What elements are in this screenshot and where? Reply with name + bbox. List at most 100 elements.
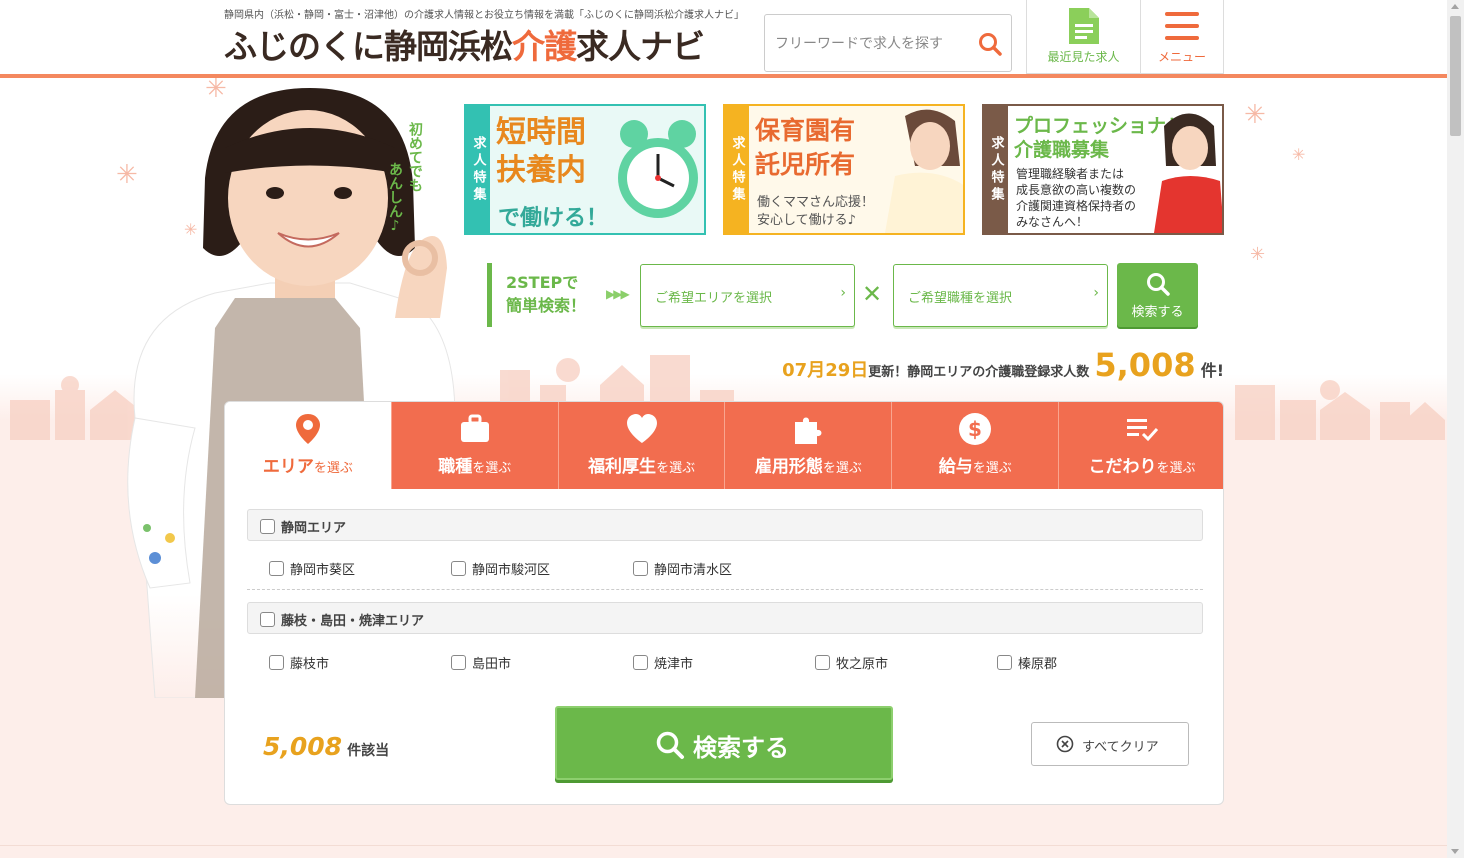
briefcase-icon bbox=[460, 414, 489, 442]
area-option[interactable]: 牧之原市 bbox=[815, 653, 888, 672]
tab-label-suffix: を選ぶ bbox=[972, 461, 1012, 476]
chevron-right-icon: › bbox=[840, 285, 846, 301]
freeword-search-input[interactable] bbox=[775, 31, 975, 57]
tab-label-suffix: を選ぶ bbox=[313, 461, 353, 476]
area-group-header[interactable]: 静岡エリア bbox=[247, 509, 1203, 541]
two-step-title-line2: 簡単検索！ bbox=[506, 296, 587, 315]
tab-label: 雇用形態を選ぶ bbox=[725, 452, 891, 477]
scroll-up-icon[interactable] bbox=[1451, 4, 1459, 9]
two-step-label: 2STEPで 簡単検索！ ▶▶▶ bbox=[487, 263, 635, 327]
tab-label: こだわりを選ぶ bbox=[1059, 452, 1223, 477]
area-option[interactable]: 静岡市清水区 bbox=[633, 559, 732, 578]
area-option-label: 静岡市清水区 bbox=[654, 563, 733, 578]
banner-professional[interactable]: 求人特集 プロフェッショナル 介護職募集 管理職経験者または 成長意欲の高い複数… bbox=[982, 104, 1224, 235]
banner-sub-line2: 成長意欲の高い複数の bbox=[1016, 183, 1137, 197]
section-divider bbox=[0, 845, 1447, 846]
checkbox[interactable] bbox=[269, 561, 284, 576]
sparkle-icon: ✳ bbox=[1250, 244, 1266, 265]
tab-label-main: 職種 bbox=[438, 457, 473, 477]
two-step-search-button[interactable]: 検索する bbox=[1117, 263, 1198, 327]
banner-short-hours[interactable]: 求人特集 短時間 扶養内 で働ける！ bbox=[464, 104, 706, 235]
tab-label-suffix: を選ぶ bbox=[656, 461, 696, 476]
banner-title-line2: 託児所有 bbox=[755, 150, 856, 179]
main-search-button[interactable]: 検索する bbox=[555, 706, 893, 780]
area-group-name: 藤枝・島田・焼津エリア bbox=[281, 614, 425, 629]
area-group-name: 静岡エリア bbox=[281, 521, 347, 536]
site-logo[interactable]: ふじのくに静岡浜松介護求人ナビ bbox=[224, 20, 705, 68]
document-icon bbox=[1069, 8, 1099, 44]
checkbox[interactable] bbox=[997, 655, 1012, 670]
banner-side-label: 求人特集 bbox=[725, 106, 749, 233]
tab-area[interactable]: エリアを選ぶ bbox=[225, 402, 391, 489]
alarm-clock-icon bbox=[618, 120, 698, 218]
banner-sub-line3: 介護関連資格保持者の bbox=[1016, 199, 1137, 213]
area-select[interactable]: ご希望エリアを選択 › bbox=[640, 264, 855, 327]
search-panel: エリアを選ぶ 職種を選ぶ 福利厚生を選ぶ 雇用形態を選ぶ $ 給与を選ぶ こだわ… bbox=[224, 401, 1224, 805]
dollar-icon: $ bbox=[959, 413, 992, 445]
two-step-title-line1: 2STEPで bbox=[506, 273, 579, 292]
search-icon bbox=[656, 731, 684, 759]
two-step-search-label: 検索する bbox=[1131, 305, 1184, 320]
tab-preferences[interactable]: こだわりを選ぶ bbox=[1058, 402, 1223, 489]
pin-icon bbox=[295, 414, 320, 444]
banner-childcare[interactable]: 求人特集 保育園有 託児所有 働くママさん応援！ 安心して働ける♪ bbox=[723, 104, 965, 235]
search-icon bbox=[1147, 273, 1170, 296]
tab-salary[interactable]: $ 給与を選ぶ bbox=[891, 402, 1059, 489]
sparkle-icon: ✳ bbox=[1244, 100, 1266, 130]
clear-all-button[interactable]: すべてクリア bbox=[1031, 722, 1189, 766]
scrollbar-thumb[interactable] bbox=[1450, 16, 1461, 136]
site-tagline: 静岡県内（浜松・静岡・富士・沼津他）の介護求人情報とお役立ち情報を満載「ふじのく… bbox=[224, 10, 744, 21]
checkbox[interactable] bbox=[260, 612, 275, 627]
area-select-label: ご希望エリアを選択 bbox=[655, 291, 773, 306]
area-option-label: 静岡市葵区 bbox=[290, 563, 356, 578]
area-option[interactable]: 島田市 bbox=[451, 653, 511, 672]
area-option[interactable]: 焼津市 bbox=[633, 653, 693, 672]
banner-sub-line4: みなさんへ！ bbox=[1016, 215, 1089, 229]
tab-job-type[interactable]: 職種を選ぶ bbox=[390, 402, 558, 489]
banner-sub-line1: 管理職経験者または bbox=[1016, 167, 1125, 181]
checkbox[interactable] bbox=[451, 655, 466, 670]
two-step-title: 2STEPで 簡単検索！ bbox=[506, 271, 586, 317]
search-icon[interactable] bbox=[977, 31, 1003, 57]
job-select[interactable]: ご希望職種を選択 › bbox=[893, 264, 1108, 327]
area-option[interactable]: 静岡市葵区 bbox=[269, 559, 355, 578]
menu-button[interactable]: メニュー bbox=[1140, 0, 1224, 74]
tab-benefits[interactable]: 福利厚生を選ぶ bbox=[557, 402, 725, 489]
puzzle-icon bbox=[795, 417, 822, 444]
tab-label-main: こだわり bbox=[1088, 457, 1157, 477]
area-group-header[interactable]: 藤枝・島田・焼津エリア bbox=[247, 602, 1203, 634]
tab-label: 福利厚生を選ぶ bbox=[559, 452, 725, 477]
job-select-label: ご希望職種を選択 bbox=[908, 291, 1013, 306]
area-option[interactable]: 榛原郡 bbox=[997, 653, 1057, 672]
area-option-label: 静岡市駿河区 bbox=[472, 563, 551, 578]
sparkle-icon: ✳ bbox=[1292, 145, 1306, 164]
banner-title: 短時間 扶養内 bbox=[496, 114, 586, 190]
tab-employment-type[interactable]: 雇用形態を選ぶ bbox=[724, 402, 892, 489]
area-group-checkbox[interactable]: 藤枝・島田・焼津エリア bbox=[260, 610, 424, 629]
checkbox[interactable] bbox=[815, 655, 830, 670]
area-option[interactable]: 静岡市駿河区 bbox=[451, 559, 550, 578]
checkbox[interactable] bbox=[633, 655, 648, 670]
logo-text-part2: 求人ナビ bbox=[576, 27, 705, 66]
update-date: 07月29日 bbox=[782, 360, 869, 381]
banner-sub: で働ける！ bbox=[498, 206, 609, 231]
checkbox[interactable] bbox=[269, 655, 284, 670]
area-group-checkbox[interactable]: 静岡エリア bbox=[260, 517, 346, 536]
area-option[interactable]: 藤枝市 bbox=[269, 653, 329, 672]
banner-title-line1: 保育園有 bbox=[755, 116, 856, 145]
professional-woman-image bbox=[1154, 113, 1222, 233]
recent-jobs-button[interactable]: 最近見た求人 bbox=[1026, 0, 1141, 74]
mother-child-image bbox=[885, 109, 963, 233]
page-scrollbar[interactable] bbox=[1447, 0, 1464, 858]
banner-title-line1: 短時間 bbox=[496, 115, 586, 150]
update-info: 07月29日更新！静岡エリアの介護職登録求人数 5,008 件! bbox=[740, 346, 1224, 384]
logo-text-accent: 介護 bbox=[512, 27, 577, 66]
hand-note-col2: あんしん♪ bbox=[387, 162, 403, 234]
checkbox[interactable] bbox=[633, 561, 648, 576]
checkbox[interactable] bbox=[451, 561, 466, 576]
checkbox[interactable] bbox=[260, 519, 275, 534]
result-count: 5,008 件該当 bbox=[263, 732, 389, 761]
tab-label-main: 給与 bbox=[938, 457, 973, 477]
tab-label: 給与を選ぶ bbox=[892, 452, 1058, 477]
scroll-down-icon[interactable] bbox=[1451, 849, 1459, 854]
